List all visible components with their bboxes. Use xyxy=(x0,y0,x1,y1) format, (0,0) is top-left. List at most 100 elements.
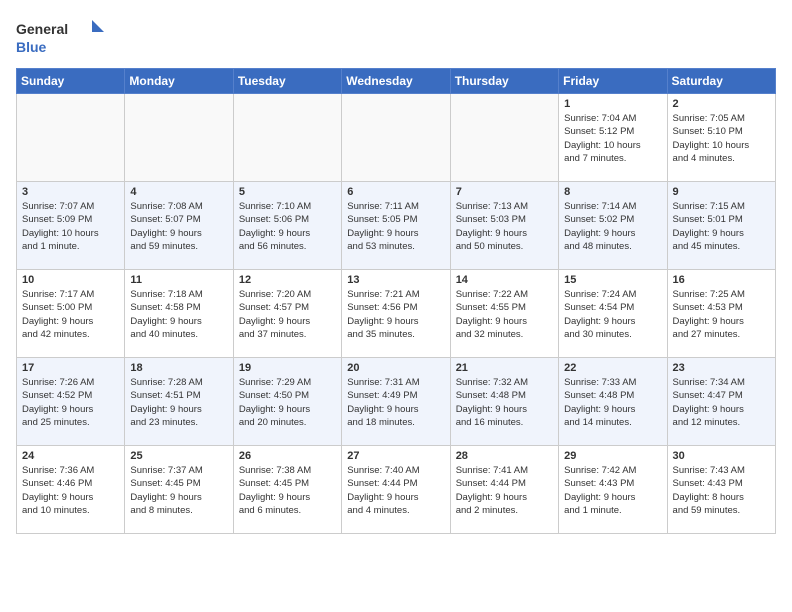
cell-w5-d2: 25 Sunrise: 7:37 AM Sunset: 4:45 PM Dayli… xyxy=(125,446,233,534)
day-number: 15 xyxy=(564,274,661,286)
day-info: Sunrise: 7:25 AM Sunset: 4:53 PM Dayligh… xyxy=(673,288,770,341)
day-info: Sunrise: 7:31 AM Sunset: 4:49 PM Dayligh… xyxy=(347,376,444,429)
cell-w5-d7: 30 Sunrise: 7:43 AM Sunset: 4:43 PM Dayli… xyxy=(667,446,775,534)
calendar-header-row: SundayMondayTuesdayWednesdayThursdayFrid… xyxy=(17,69,776,94)
header-monday: Monday xyxy=(125,69,233,94)
header-saturday: Saturday xyxy=(667,69,775,94)
cell-w3-d2: 11 Sunrise: 7:18 AM Sunset: 4:58 PM Dayli… xyxy=(125,270,233,358)
day-info: Sunrise: 7:17 AM Sunset: 5:00 PM Dayligh… xyxy=(22,288,119,341)
day-number: 19 xyxy=(239,362,336,374)
day-number: 25 xyxy=(130,450,227,462)
cell-w1-d7: 2Sunrise: 7:05 AM Sunset: 5:10 PM Daylig… xyxy=(667,94,775,182)
cell-w2-d6: 8 Sunrise: 7:14 AM Sunset: 5:02 PM Daylig… xyxy=(559,182,667,270)
cell-w5-d5: 28 Sunrise: 7:41 AM Sunset: 4:44 PM Dayli… xyxy=(450,446,558,534)
day-number: 21 xyxy=(456,362,553,374)
week-row-1: 1 Sunrise: 7:04 AM Sunset: 5:12 PM Daylig… xyxy=(17,94,776,182)
day-number: 9 xyxy=(673,186,770,198)
cell-w1-d6: 1 Sunrise: 7:04 AM Sunset: 5:12 PM Daylig… xyxy=(559,94,667,182)
day-info: Sunrise: 7:04 AM Sunset: 5:12 PM Dayligh… xyxy=(564,112,661,165)
day-info: Sunrise: 7:33 AM Sunset: 4:48 PM Dayligh… xyxy=(564,376,661,429)
svg-text:Blue: Blue xyxy=(16,39,47,55)
day-info: Sunrise: 7:32 AM Sunset: 4:48 PM Dayligh… xyxy=(456,376,553,429)
logo-svg: General Blue xyxy=(16,16,106,56)
day-number: 14 xyxy=(456,274,553,286)
day-info: Sunrise: 7:24 AM Sunset: 4:54 PM Dayligh… xyxy=(564,288,661,341)
day-number: 26 xyxy=(239,450,336,462)
cell-w4-d7: 23 Sunrise: 7:34 AM Sunset: 4:47 PM Dayli… xyxy=(667,358,775,446)
day-info: Sunrise: 7:21 AM Sunset: 4:56 PM Dayligh… xyxy=(347,288,444,341)
cell-w1-d2 xyxy=(125,94,233,182)
cell-w3-d6: 15 Sunrise: 7:24 AM Sunset: 4:54 PM Dayli… xyxy=(559,270,667,358)
day-info: Sunrise: 7:08 AM Sunset: 5:07 PM Dayligh… xyxy=(130,200,227,253)
cell-w3-d7: 16Sunrise: 7:25 AM Sunset: 4:53 PM Dayli… xyxy=(667,270,775,358)
page-header: General Blue xyxy=(16,16,776,56)
week-row-3: 10Sunrise: 7:17 AM Sunset: 5:00 PM Dayli… xyxy=(17,270,776,358)
day-info: Sunrise: 7:40 AM Sunset: 4:44 PM Dayligh… xyxy=(347,464,444,517)
day-number: 30 xyxy=(673,450,770,462)
calendar-body: 1 Sunrise: 7:04 AM Sunset: 5:12 PM Daylig… xyxy=(17,94,776,534)
day-info: Sunrise: 7:43 AM Sunset: 4:43 PM Dayligh… xyxy=(673,464,770,517)
day-number: 24 xyxy=(22,450,119,462)
day-info: Sunrise: 7:20 AM Sunset: 4:57 PM Dayligh… xyxy=(239,288,336,341)
cell-w1-d4 xyxy=(342,94,450,182)
cell-w2-d5: 7 Sunrise: 7:13 AM Sunset: 5:03 PM Daylig… xyxy=(450,182,558,270)
cell-w3-d4: 13 Sunrise: 7:21 AM Sunset: 4:56 PM Dayli… xyxy=(342,270,450,358)
day-info: Sunrise: 7:42 AM Sunset: 4:43 PM Dayligh… xyxy=(564,464,661,517)
day-number: 22 xyxy=(564,362,661,374)
day-number: 6 xyxy=(347,186,444,198)
header-sunday: Sunday xyxy=(17,69,125,94)
cell-w2-d4: 6 Sunrise: 7:11 AM Sunset: 5:05 PM Daylig… xyxy=(342,182,450,270)
cell-w2-d2: 4 Sunrise: 7:08 AM Sunset: 5:07 PM Daylig… xyxy=(125,182,233,270)
day-info: Sunrise: 7:41 AM Sunset: 4:44 PM Dayligh… xyxy=(456,464,553,517)
day-number: 12 xyxy=(239,274,336,286)
cell-w4-d3: 19 Sunrise: 7:29 AM Sunset: 4:50 PM Dayli… xyxy=(233,358,341,446)
cell-w2-d7: 9 Sunrise: 7:15 AM Sunset: 5:01 PM Daylig… xyxy=(667,182,775,270)
header-tuesday: Tuesday xyxy=(233,69,341,94)
day-info: Sunrise: 7:28 AM Sunset: 4:51 PM Dayligh… xyxy=(130,376,227,429)
day-number: 3 xyxy=(22,186,119,198)
cell-w1-d5 xyxy=(450,94,558,182)
day-info: Sunrise: 7:18 AM Sunset: 4:58 PM Dayligh… xyxy=(130,288,227,341)
cell-w4-d5: 21 Sunrise: 7:32 AM Sunset: 4:48 PM Dayli… xyxy=(450,358,558,446)
cell-w3-d3: 12 Sunrise: 7:20 AM Sunset: 4:57 PM Dayli… xyxy=(233,270,341,358)
day-info: Sunrise: 7:36 AM Sunset: 4:46 PM Dayligh… xyxy=(22,464,119,517)
day-number: 4 xyxy=(130,186,227,198)
day-info: Sunrise: 7:37 AM Sunset: 4:45 PM Dayligh… xyxy=(130,464,227,517)
header-friday: Friday xyxy=(559,69,667,94)
day-number: 27 xyxy=(347,450,444,462)
day-info: Sunrise: 7:13 AM Sunset: 5:03 PM Dayligh… xyxy=(456,200,553,253)
day-number: 29 xyxy=(564,450,661,462)
day-number: 2 xyxy=(673,98,770,110)
cell-w3-d5: 14Sunrise: 7:22 AM Sunset: 4:55 PM Dayli… xyxy=(450,270,558,358)
day-number: 13 xyxy=(347,274,444,286)
day-number: 7 xyxy=(456,186,553,198)
day-info: Sunrise: 7:11 AM Sunset: 5:05 PM Dayligh… xyxy=(347,200,444,253)
cell-w2-d3: 5Sunrise: 7:10 AM Sunset: 5:06 PM Daylig… xyxy=(233,182,341,270)
day-number: 20 xyxy=(347,362,444,374)
day-info: Sunrise: 7:15 AM Sunset: 5:01 PM Dayligh… xyxy=(673,200,770,253)
cell-w5-d4: 27 Sunrise: 7:40 AM Sunset: 4:44 PM Dayli… xyxy=(342,446,450,534)
cell-w5-d6: 29 Sunrise: 7:42 AM Sunset: 4:43 PM Dayli… xyxy=(559,446,667,534)
cell-w1-d1 xyxy=(17,94,125,182)
day-info: Sunrise: 7:34 AM Sunset: 4:47 PM Dayligh… xyxy=(673,376,770,429)
cell-w4-d2: 18Sunrise: 7:28 AM Sunset: 4:51 PM Dayli… xyxy=(125,358,233,446)
day-number: 23 xyxy=(673,362,770,374)
cell-w4-d4: 20 Sunrise: 7:31 AM Sunset: 4:49 PM Dayli… xyxy=(342,358,450,446)
day-info: Sunrise: 7:07 AM Sunset: 5:09 PM Dayligh… xyxy=(22,200,119,253)
header-thursday: Thursday xyxy=(450,69,558,94)
day-info: Sunrise: 7:29 AM Sunset: 4:50 PM Dayligh… xyxy=(239,376,336,429)
day-number: 11 xyxy=(130,274,227,286)
calendar-table: SundayMondayTuesdayWednesdayThursdayFrid… xyxy=(16,68,776,534)
cell-w4-d6: 22 Sunrise: 7:33 AM Sunset: 4:48 PM Dayli… xyxy=(559,358,667,446)
week-row-2: 3 Sunrise: 7:07 AM Sunset: 5:09 PM Daylig… xyxy=(17,182,776,270)
cell-w5-d3: 26Sunrise: 7:38 AM Sunset: 4:45 PM Dayli… xyxy=(233,446,341,534)
day-info: Sunrise: 7:14 AM Sunset: 5:02 PM Dayligh… xyxy=(564,200,661,253)
day-info: Sunrise: 7:10 AM Sunset: 5:06 PM Dayligh… xyxy=(239,200,336,253)
day-number: 28 xyxy=(456,450,553,462)
week-row-5: 24 Sunrise: 7:36 AM Sunset: 4:46 PM Dayli… xyxy=(17,446,776,534)
svg-text:General: General xyxy=(16,21,68,37)
day-number: 17 xyxy=(22,362,119,374)
day-number: 8 xyxy=(564,186,661,198)
day-number: 1 xyxy=(564,98,661,110)
week-row-4: 17Sunrise: 7:26 AM Sunset: 4:52 PM Dayli… xyxy=(17,358,776,446)
